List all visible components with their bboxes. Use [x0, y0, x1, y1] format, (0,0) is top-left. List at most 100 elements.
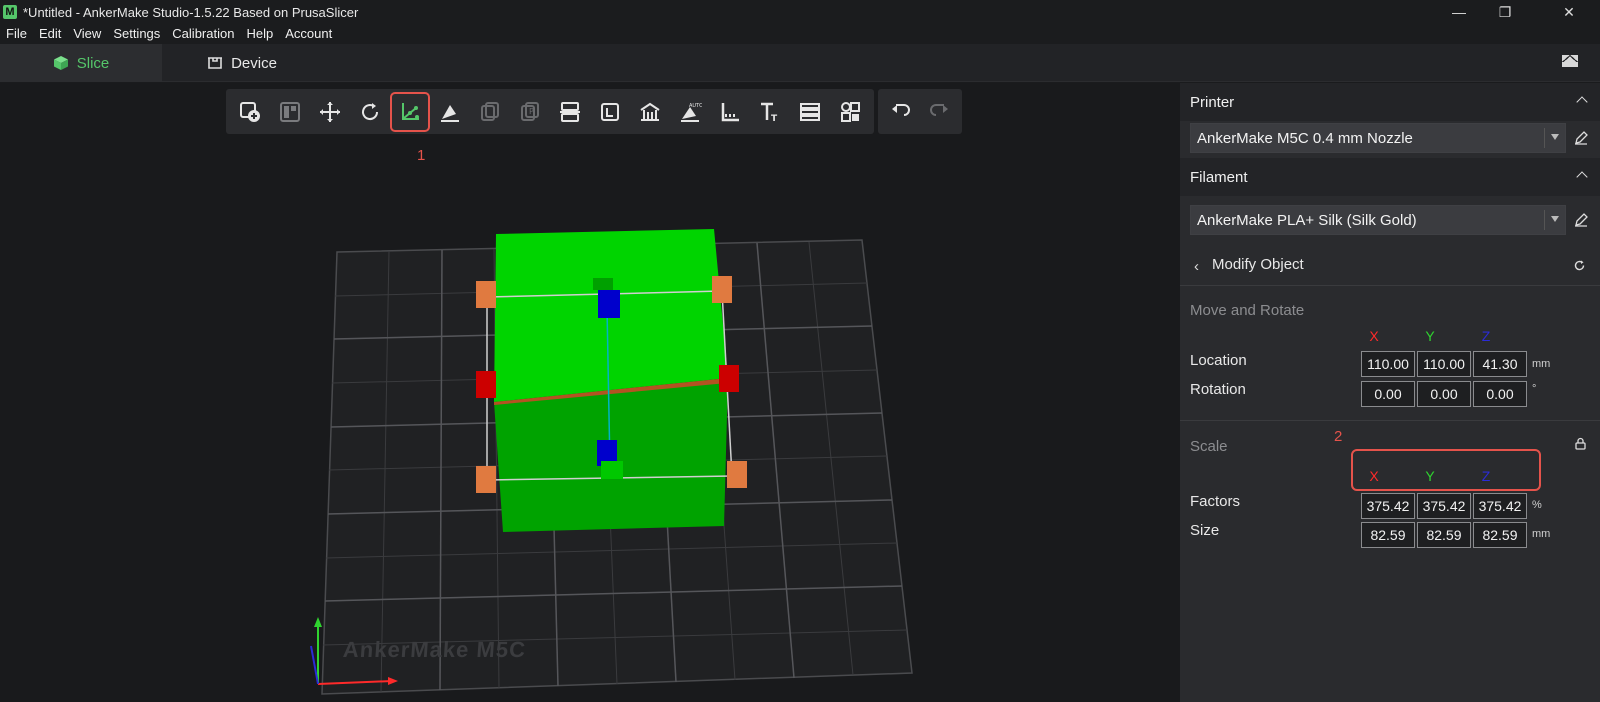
svg-text:P: P — [529, 107, 534, 116]
redo-icon[interactable] — [920, 92, 960, 132]
menu-calibration[interactable]: Calibration — [166, 24, 240, 44]
tab-bar: Slice Device — [0, 44, 1600, 82]
tab-slice[interactable]: Slice — [0, 44, 162, 82]
menu-file[interactable]: File — [0, 24, 33, 44]
cut-icon[interactable] — [550, 92, 590, 132]
arrange-icon[interactable] — [270, 92, 310, 132]
scale-title: Scale — [1190, 438, 1228, 455]
place-on-face-icon[interactable] — [430, 92, 470, 132]
scale-axis-x-label: X — [1369, 468, 1379, 484]
factors-unit: % — [1532, 499, 1542, 511]
text-icon[interactable]: T — [750, 92, 790, 132]
edit-filament-icon[interactable] — [1574, 213, 1588, 227]
app-window: M *Untitled - AnkerMake Studio-1.5.22 Ba… — [0, 0, 1600, 702]
rotation-unit: ° — [1532, 383, 1537, 395]
menu-help[interactable]: Help — [240, 24, 279, 44]
mail-icon[interactable] — [1562, 55, 1578, 67]
dropdown-separator — [1544, 128, 1545, 148]
cube-icon — [53, 56, 68, 70]
size-unit: mm — [1532, 528, 1551, 540]
annotation-2: 2 — [1334, 428, 1343, 445]
menu-view[interactable]: View — [67, 24, 107, 44]
app-logo-icon: M — [3, 5, 17, 19]
undo-icon[interactable] — [880, 92, 920, 132]
factors-x-input[interactable]: 375.42 — [1361, 493, 1415, 519]
location-x-input[interactable]: 110.00 — [1361, 351, 1415, 377]
printer-header-label: Printer — [1190, 93, 1235, 111]
filament-select[interactable]: AnkerMake PLA+ Silk (Silk Gold) — [1190, 205, 1566, 235]
move-rotate-title: Move and Rotate — [1190, 302, 1305, 319]
scene — [310, 229, 913, 695]
paste-icon[interactable]: P — [510, 92, 550, 132]
close-button[interactable]: ✕ — [1546, 0, 1592, 24]
collapse-filament-icon[interactable] — [1576, 171, 1588, 183]
factors-y-input[interactable]: 375.42 — [1417, 493, 1471, 519]
location-z-input[interactable]: 41.30 — [1473, 351, 1527, 377]
lock-icon[interactable] — [1575, 437, 1586, 450]
rotation-label: Rotation — [1190, 381, 1246, 398]
filament-header-label: Filament — [1190, 168, 1248, 186]
rotation-z-input[interactable]: 0.00 — [1473, 381, 1527, 407]
chevron-down-icon — [1551, 216, 1559, 222]
printer-frame-icon — [208, 57, 223, 69]
scaled-cube-object[interactable] — [494, 229, 728, 532]
window-title: *Untitled - AnkerMake Studio-1.5.22 Base… — [23, 4, 359, 20]
settings-panel: Printer AnkerMake M5C 0.4 mm Nozzle Fila… — [1180, 83, 1600, 702]
modify-object-title: Modify Object — [1212, 256, 1304, 273]
scale-axis-z-label: Z — [1481, 468, 1491, 484]
dropdown-separator — [1544, 210, 1545, 230]
edit-printer-icon[interactable] — [1574, 131, 1588, 145]
copy-icon[interactable] — [470, 92, 510, 132]
3d-viewport[interactable]: AnkerMake M5C P AUTO T 1 — [0, 83, 1180, 702]
printer-section-header[interactable]: Printer — [1180, 83, 1600, 121]
divider — [1180, 285, 1600, 286]
menu-bar: File Edit View Settings Calibration Help… — [0, 24, 1600, 44]
title-bar: M *Untitled - AnkerMake Studio-1.5.22 Ba… — [0, 0, 1600, 24]
reset-icon[interactable] — [1573, 259, 1586, 272]
maximize-button[interactable]: ❐ — [1482, 0, 1528, 24]
filament-select-value: AnkerMake PLA+ Silk (Silk Gold) — [1197, 211, 1417, 229]
menu-edit[interactable]: Edit — [33, 24, 67, 44]
tab-device-label: Device — [231, 54, 277, 72]
menu-account[interactable]: Account — [279, 24, 338, 44]
location-label: Location — [1190, 352, 1247, 369]
seam-icon[interactable] — [630, 92, 670, 132]
move-icon[interactable] — [310, 92, 350, 132]
size-x-input[interactable]: 82.59 — [1361, 522, 1415, 548]
svg-text:AUTO: AUTO — [689, 103, 702, 109]
object-toolbar: P AUTO T — [226, 89, 874, 134]
rotation-y-input[interactable]: 0.00 — [1417, 381, 1471, 407]
support-icon[interactable] — [590, 92, 630, 132]
factors-label: Factors — [1190, 493, 1241, 510]
scale-axis-y-label: Y — [1425, 468, 1435, 484]
size-y-input[interactable]: 82.59 — [1417, 522, 1471, 548]
chevron-down-icon — [1551, 134, 1559, 140]
layers-icon[interactable] — [790, 92, 830, 132]
printer-select[interactable]: AnkerMake M5C 0.4 mm Nozzle — [1190, 123, 1566, 153]
rotate-icon[interactable] — [350, 92, 390, 132]
menu-settings[interactable]: Settings — [107, 24, 166, 44]
printer-select-value: AnkerMake M5C 0.4 mm Nozzle — [1197, 129, 1413, 147]
history-toolbar — [878, 89, 962, 134]
scale-axis-icon[interactable] — [390, 91, 430, 132]
shapes-icon[interactable] — [830, 92, 870, 132]
tab-slice-label: Slice — [76, 54, 110, 72]
measure-icon[interactable] — [710, 92, 750, 132]
axis-y-label: Y — [1425, 328, 1435, 344]
bed-label: AnkerMake M5C — [342, 637, 527, 662]
add-object-icon[interactable] — [230, 92, 270, 132]
collapse-printer-icon[interactable] — [1576, 96, 1588, 108]
filament-section-header[interactable]: Filament — [1180, 158, 1600, 196]
tab-device[interactable]: Device — [162, 44, 322, 82]
auto-orient-icon[interactable]: AUTO — [670, 92, 710, 132]
axis-z-label: Z — [1481, 328, 1491, 344]
divider — [1180, 420, 1600, 421]
factors-z-input[interactable]: 375.42 — [1473, 493, 1527, 519]
size-z-input[interactable]: 82.59 — [1473, 522, 1527, 548]
location-y-input[interactable]: 110.00 — [1417, 351, 1471, 377]
rotation-x-input[interactable]: 0.00 — [1361, 381, 1415, 407]
location-unit: mm — [1532, 358, 1551, 370]
back-chevron-icon[interactable]: ‹ — [1194, 258, 1199, 275]
size-label: Size — [1190, 522, 1220, 539]
minimize-button[interactable]: — — [1436, 0, 1482, 24]
